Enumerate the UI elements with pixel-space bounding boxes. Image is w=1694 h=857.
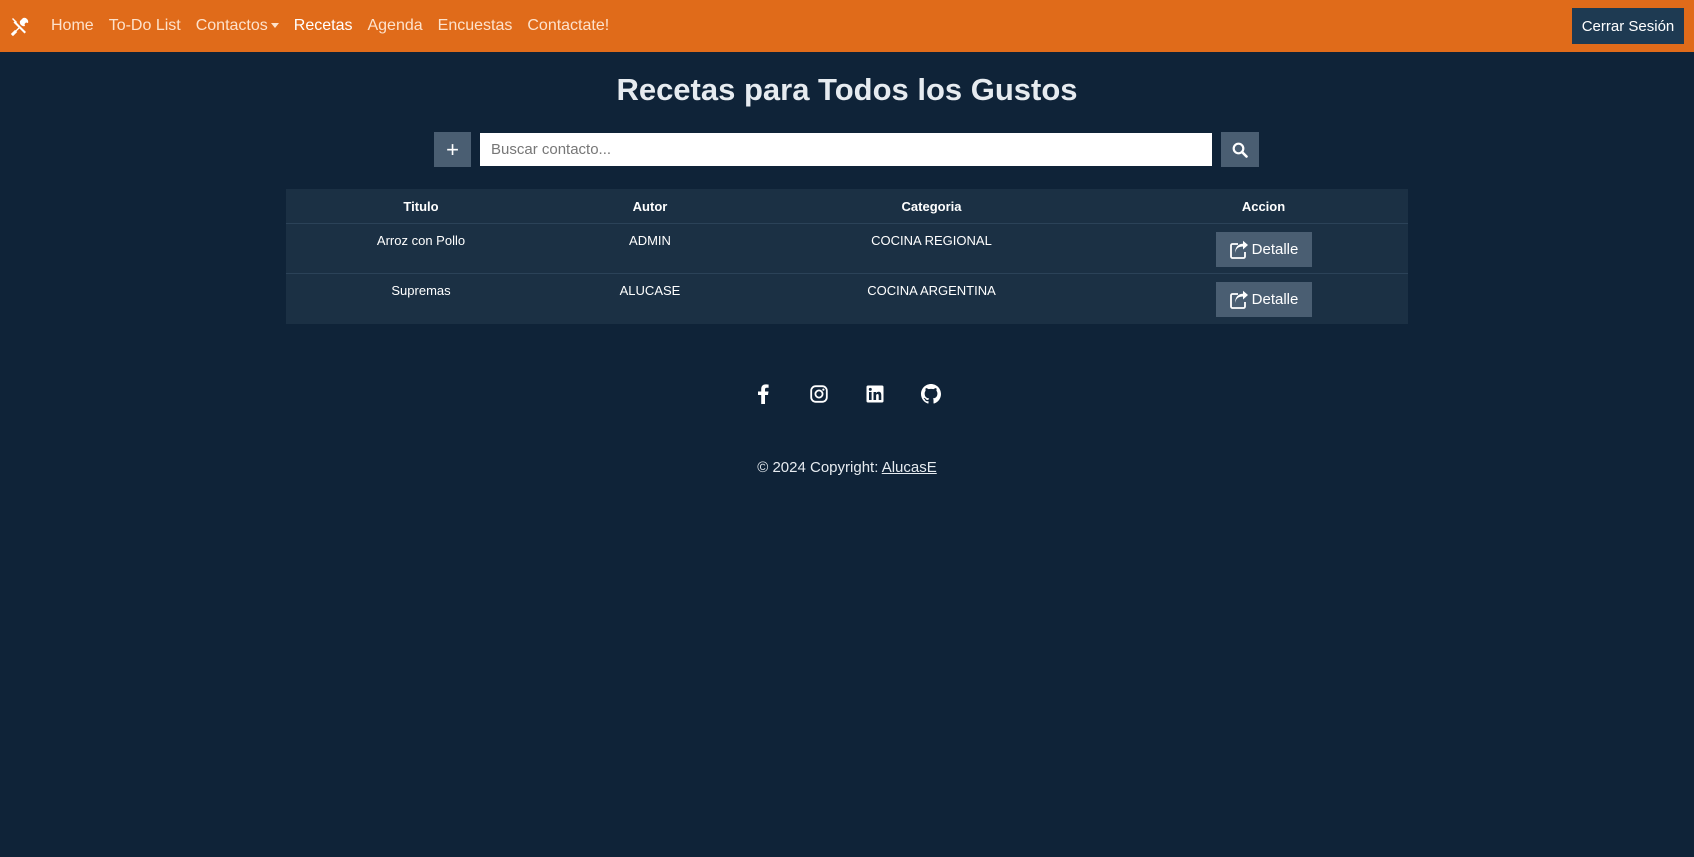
- chevron-down-icon: [270, 23, 279, 29]
- social-links: [0, 383, 1694, 405]
- column-header-accion: Accion: [1119, 189, 1408, 224]
- cell-titulo: Supremas: [391, 283, 451, 298]
- github-icon[interactable]: [920, 383, 942, 405]
- page-title: Recetas para Todos los Gustos: [616, 72, 1078, 107]
- logout-button[interactable]: Cerrar Sesión: [1572, 8, 1684, 44]
- search-icon: [1232, 142, 1248, 158]
- cell-autor: ADMIN: [556, 223, 744, 274]
- add-recipe-button[interactable]: +: [434, 132, 471, 167]
- detail-button-label: Detalle: [1251, 291, 1299, 308]
- table-row: Arroz con Pollo ADMIN COCINA REGIONAL De…: [286, 223, 1408, 274]
- nav-link-home[interactable]: Home: [51, 17, 94, 35]
- nav-link-contactos-label: Contactos: [195, 17, 268, 34]
- share-icon: [1229, 290, 1248, 309]
- nav-link-todo-list[interactable]: To-Do List: [109, 17, 181, 35]
- search-button[interactable]: [1221, 132, 1259, 167]
- copyright: © 2024 Copyright: AlucasE: [0, 459, 1694, 476]
- table-row: Supremas ALUCASE COCINA ARGENTINA Detall…: [286, 274, 1408, 324]
- cell-categoria: COCINA REGIONAL: [744, 223, 1119, 274]
- cell-categoria: COCINA ARGENTINA: [867, 283, 996, 298]
- search-input[interactable]: [480, 133, 1212, 166]
- nav-link-recetas[interactable]: Recetas: [294, 17, 353, 35]
- cell-accion: Detalle: [1119, 223, 1408, 274]
- recipes-table: Titulo Autor Categoria Accion Arroz con …: [286, 189, 1408, 324]
- nav-link-agenda[interactable]: Agenda: [367, 17, 422, 35]
- instagram-icon[interactable]: [808, 383, 830, 405]
- cell-accion: Detalle: [1119, 274, 1408, 324]
- column-header-titulo: Titulo: [286, 189, 556, 224]
- copyright-link[interactable]: AlucasE: [882, 459, 937, 476]
- nav-link-encuestas[interactable]: Encuestas: [438, 17, 513, 35]
- linkedin-icon[interactable]: [864, 383, 886, 405]
- facebook-icon[interactable]: [752, 383, 774, 405]
- cell-titulo: Arroz con Pollo: [286, 223, 556, 274]
- nav-link-contactate[interactable]: Contactate!: [527, 17, 609, 35]
- cell-autor: ALUCASE: [619, 283, 681, 298]
- column-header-autor: Autor: [556, 189, 744, 224]
- share-icon: [1229, 240, 1248, 259]
- nav-link-contactos-dropdown[interactable]: Contactos: [196, 17, 279, 35]
- navbar: Home To-Do List Contactos Recetas Agenda…: [0, 0, 1694, 52]
- column-header-categoria: Categoria: [744, 189, 1119, 224]
- nav-links: Home To-Do List Contactos Recetas Agenda…: [51, 17, 624, 35]
- detail-button-label: Detalle: [1251, 241, 1299, 258]
- copyright-text: © 2024 Copyright:: [757, 459, 882, 476]
- table-header-row: Titulo Autor Categoria Accion: [286, 189, 1408, 224]
- detail-button[interactable]: Detalle: [1215, 232, 1312, 267]
- detail-button[interactable]: Detalle: [1215, 282, 1312, 317]
- tools-icon[interactable]: [9, 15, 31, 37]
